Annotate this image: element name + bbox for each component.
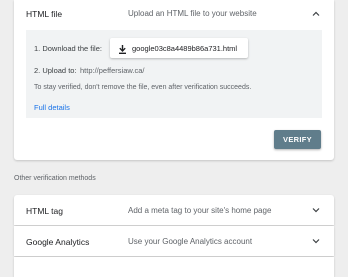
- full-details-link[interactable]: Full details: [34, 103, 70, 112]
- method-row-description: Use your Google Analytics account: [128, 237, 253, 246]
- method-row-google-analytics[interactable]: Google Analytics Use your Google Analyti…: [14, 226, 334, 256]
- html-file-method-card: HTML file Upload an HTML file to your we…: [14, 0, 334, 160]
- chevron-down-icon[interactable]: [312, 206, 320, 214]
- method-row-description: Add a meta tag to your site's home page: [128, 206, 272, 215]
- instructions-panel: 1. Download the file: google03c8a4489b86…: [26, 30, 322, 118]
- download-step-label: 1. Download the file:: [34, 44, 102, 53]
- method-row-title: HTML tag: [26, 206, 64, 216]
- verify-button[interactable]: VERIFY: [274, 130, 321, 149]
- download-file-button[interactable]: google03c8a4489b86a731.html: [110, 38, 248, 58]
- method-title: HTML file: [26, 9, 63, 19]
- upload-step-label: 2. Upload to:: [34, 66, 77, 75]
- method-row-partial[interactable]: [14, 257, 334, 277]
- method-row-title: Google Analytics: [26, 237, 90, 247]
- chevron-down-icon[interactable]: [312, 237, 320, 245]
- other-methods-heading: Other verification methods: [14, 175, 96, 182]
- download-file-name: google03c8a4489b86a731.html: [132, 43, 238, 53]
- download-icon: [117, 42, 128, 54]
- verification-note: To stay verified, don't remove the file,…: [34, 84, 252, 91]
- upload-url: http://peffersiaw.ca/: [80, 66, 145, 75]
- method-row-html-tag[interactable]: HTML tag Add a meta tag to your site's h…: [14, 195, 334, 225]
- html-file-method-header[interactable]: HTML file Upload an HTML file to your we…: [14, 0, 334, 28]
- chevron-up-icon[interactable]: [312, 10, 320, 18]
- method-description: Upload an HTML file to your website: [128, 9, 257, 18]
